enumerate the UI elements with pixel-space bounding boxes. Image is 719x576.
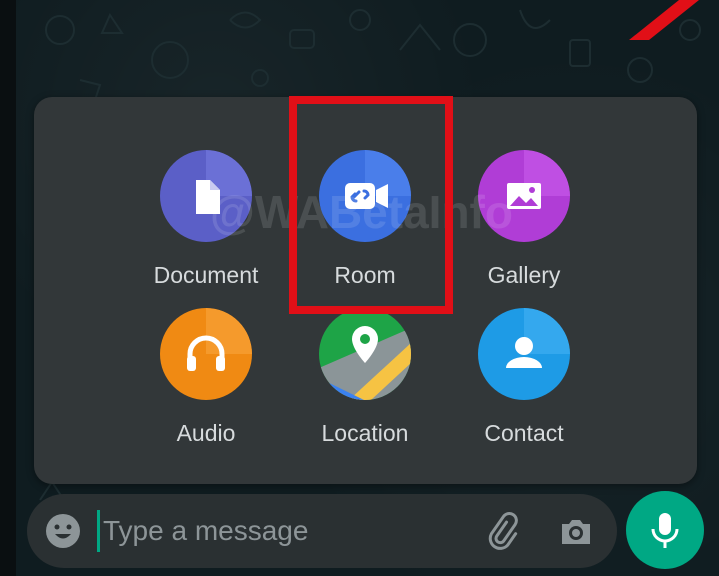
mic-button[interactable] [626,491,704,569]
attach-audio-button[interactable]: Audio [126,308,286,448]
attach-location-button[interactable]: Location [285,308,445,448]
camera-icon[interactable] [556,511,596,551]
attach-location-label: Location [321,420,409,446]
message-composer [27,494,617,568]
left-edge [0,0,16,576]
highlight-box [289,96,453,314]
message-input[interactable] [103,510,423,552]
map-pin-icon [319,308,411,400]
person-icon [478,308,570,400]
attach-document-label: Document [153,262,259,288]
mic-icon [651,513,679,548]
attach-gallery-label: Gallery [487,262,561,288]
text-caret [97,510,100,552]
emoji-icon[interactable] [44,512,82,550]
attach-contact-button[interactable]: Contact [444,308,604,448]
red-arrow-mark [629,0,699,40]
headphones-icon [160,308,252,400]
attach-audio-label: Audio [176,420,236,446]
attach-contact-label: Contact [484,420,564,446]
paperclip-icon[interactable] [482,511,522,551]
